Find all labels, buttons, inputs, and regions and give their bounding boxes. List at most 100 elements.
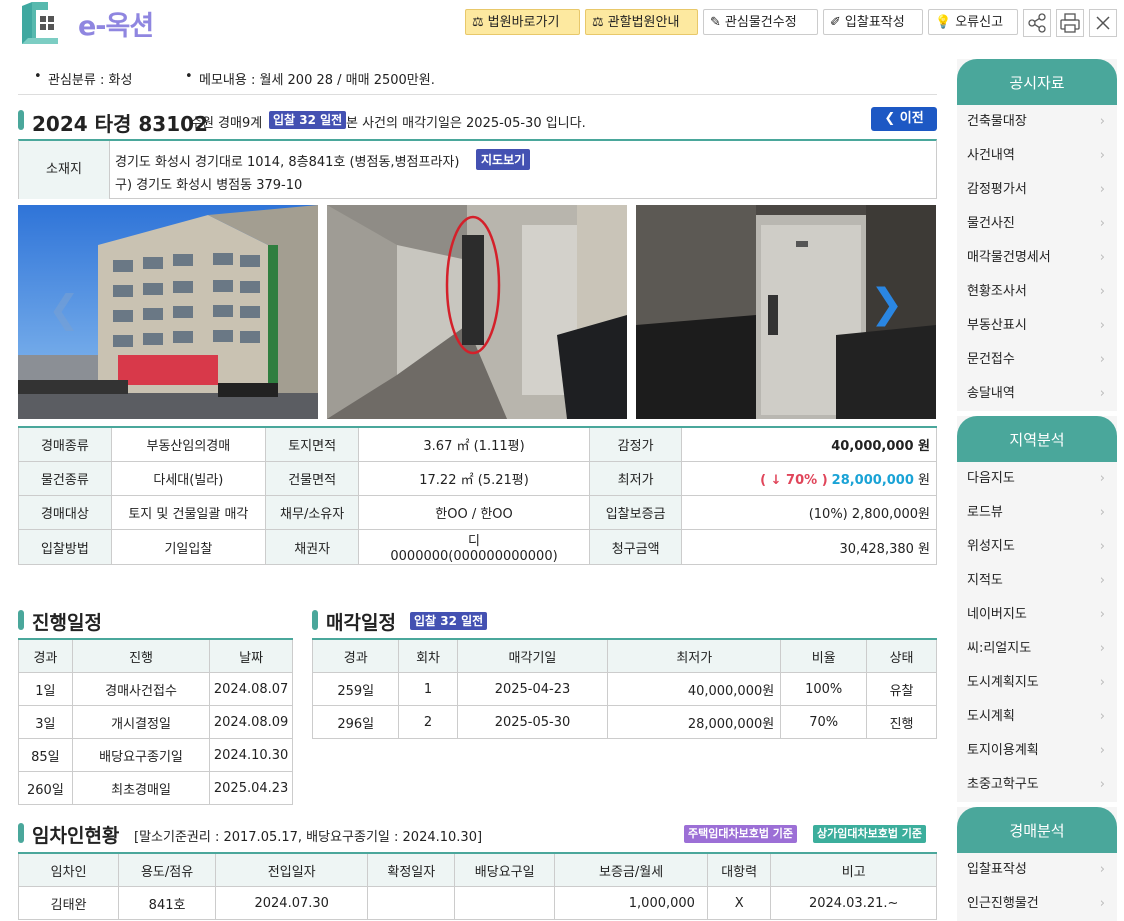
sidebar-item[interactable]: 토지이용계획 › — [957, 734, 1117, 768]
sidebar-section: 경매분석 입찰표작성 › 인근진행물건 › — [957, 807, 1117, 921]
sidebar-item[interactable]: 매각물건명세서 › — [957, 241, 1117, 275]
sidebar-item-label: 다음지도 — [967, 471, 1015, 486]
sale-cell: 28,000,000원 — [607, 705, 782, 739]
progress-table: 경과 진행 날짜 1일 경매사건접수 2024.08.07 3일 개시결정일 2024.08.0… — [18, 638, 293, 805]
bid-form-button[interactable]: ✐ 입찰표작성 — [823, 9, 923, 35]
info-value: 3.67 ㎡ (1.11평) — [358, 426, 590, 462]
chevron-right-icon: › — [1099, 148, 1105, 163]
prev-button[interactable]: ❮ 이전 — [871, 107, 937, 131]
section-bar — [312, 610, 318, 630]
info-header: 청구금액 — [588, 529, 683, 565]
table-row: 260일 최초경매일 2025.04.23 — [18, 771, 293, 805]
sale-days-badge: 입찰 32 일전 — [410, 612, 488, 630]
tenant-header-cell: 전입일자 — [214, 852, 369, 887]
share-button[interactable] — [1023, 9, 1051, 37]
chevron-right-icon: › — [1099, 709, 1105, 724]
info-row: 입찰방법 기일입찰 채권자 디 0000000(000000000000) 청구금액 30… — [18, 529, 937, 565]
sidebar-item[interactable]: 인근진행물건 › — [957, 887, 1117, 921]
sale-cell: 100% — [780, 672, 868, 706]
judge-icon: ⚖ — [472, 15, 484, 30]
info-value: (10%) 2,800,000원 — [681, 495, 937, 530]
progress-cell: 최초경매일 — [71, 771, 211, 805]
sidebar-item[interactable]: 문건접수 › — [957, 343, 1117, 377]
sidebar-item[interactable]: 씨:리얼지도 › — [957, 632, 1117, 666]
sidebar-item-label: 지적도 — [967, 573, 1003, 588]
sidebar-item[interactable]: 위성지도 › — [957, 530, 1117, 564]
sidebar-item[interactable]: 도시계획 › — [957, 700, 1117, 734]
info-header: 채무/소유자 — [264, 495, 360, 530]
chevron-right-icon: › — [1099, 573, 1105, 588]
location-box: 소재지 경기도 화성시 경기대로 1014, 8층841호 (병점동,병점프라자… — [18, 139, 937, 199]
edit-interest-button[interactable]: ✎ 관심물건수정 — [703, 9, 818, 35]
sale-header-cell: 상태 — [866, 638, 937, 673]
sidebar-item-label: 로드뷰 — [967, 505, 1003, 520]
info-table: 경매종류 부동산임의경매 토지면적 3.67 ㎡ (1.11평) 감정가 40,000,0… — [18, 426, 937, 565]
report-error-button[interactable]: 💡 오류신고 — [928, 9, 1018, 35]
close-button[interactable] — [1089, 9, 1117, 37]
sidebar-item-label: 도시계획지도 — [967, 675, 1039, 690]
chevron-right-icon: › — [1099, 505, 1105, 520]
sidebar-item[interactable]: 물건사진 › — [957, 207, 1117, 241]
progress-cell: 2024.08.09 — [209, 705, 293, 739]
progress-cell: 경매사건접수 — [71, 672, 211, 706]
chevron-right-icon: › — [1099, 539, 1105, 554]
site-logo[interactable]: e-옥션 — [18, 0, 168, 50]
sidebar-item[interactable]: 입찰표작성 › — [957, 853, 1117, 887]
progress-cell: 개시결정일 — [71, 705, 211, 739]
progress-cell: 260일 — [18, 771, 73, 805]
sidebar-item[interactable]: 초중고학구도 › — [957, 768, 1117, 802]
bullet: • — [34, 69, 42, 84]
info-value: 17.22 ㎡ (5.21평) — [358, 461, 590, 496]
commercial-law-tag[interactable]: 상가임대차보호법 기준 — [813, 825, 927, 843]
report-error-label: 오류신고 — [955, 15, 1004, 30]
progress-cell: 2025.04.23 — [209, 771, 293, 805]
progress-cell: 1일 — [18, 672, 73, 706]
chevron-left-icon[interactable]: ❮ — [48, 287, 80, 331]
sidebar-item[interactable]: 로드뷰 › — [957, 496, 1117, 530]
tenant-header-cell: 배당요구일 — [454, 852, 556, 887]
property-photo-2[interactable] — [327, 205, 627, 419]
progress-cell: 85일 — [18, 738, 73, 772]
sale-cell: 2025-05-30 — [456, 705, 609, 739]
sale-cell: 2 — [398, 705, 458, 739]
court-guide-button[interactable]: ⚖ 관할법원안내 — [585, 9, 698, 35]
interest-category: 관심분류 : 화성 — [48, 73, 133, 88]
chevron-right-icon[interactable]: ❯ — [870, 281, 904, 327]
sidebar-item-label: 입찰표작성 — [967, 862, 1027, 877]
table-row: 259일 1 2025-04-23 40,000,000원 100% 유찰 — [311, 672, 937, 706]
sidebar-item[interactable]: 네이버지도 › — [957, 598, 1117, 632]
sidebar-item[interactable]: 다음지도 › — [957, 462, 1117, 496]
sale-header-cell: 매각기일 — [456, 638, 609, 673]
info-header: 경매종류 — [18, 426, 112, 462]
sidebar-item[interactable]: 사건내역 › — [957, 139, 1117, 173]
info-header: 최저가 — [588, 461, 683, 496]
close-icon — [1096, 16, 1110, 30]
sidebar-item-label: 건축물대장 — [967, 114, 1027, 129]
sidebar-item-label: 현황조사서 — [967, 284, 1027, 299]
sidebar-item[interactable]: 송달내역 › — [957, 377, 1117, 411]
tenant-cell: 841호 — [118, 886, 216, 920]
property-photo-3[interactable]: ❯ — [636, 205, 936, 419]
court-name: 수원 경매9계 — [190, 116, 263, 131]
court-link-button[interactable]: ⚖ 법원바로가기 — [465, 9, 580, 35]
print-button[interactable] — [1056, 9, 1084, 37]
table-row: 296일 2 2025-05-30 28,000,000원 70% 진행 — [311, 705, 937, 739]
min-price-cell: ( ↓ 70% ) 28,000,000 원 — [681, 461, 937, 496]
sale-cell: 진행 — [866, 705, 937, 739]
sidebar-item[interactable]: 감정평가서 › — [957, 173, 1117, 207]
map-button[interactable]: 지도보기 — [476, 149, 531, 170]
sidebar-item[interactable]: 지적도 › — [957, 564, 1117, 598]
property-photo-1[interactable]: ❮ — [18, 205, 318, 419]
sidebar-item[interactable]: 현황조사서 › — [957, 275, 1117, 309]
sidebar-item[interactable]: 도시계획지도 › — [957, 666, 1117, 700]
sidebar-section-title: 지역분석 — [957, 416, 1117, 462]
chevron-right-icon: › — [1099, 386, 1105, 401]
sidebar-item[interactable]: 부동산표시 › — [957, 309, 1117, 343]
housing-law-tag[interactable]: 주택임대차보호법 기준 — [684, 825, 798, 843]
progress-cell: 3일 — [18, 705, 73, 739]
chevron-left-icon: ❮ — [884, 111, 896, 126]
edit-icon: ✎ — [710, 15, 721, 30]
tenant-cell: 1,000,000 — [554, 886, 708, 920]
sidebar-item[interactable]: 건축물대장 › — [957, 105, 1117, 139]
sidebar-item-label: 감정평가서 — [967, 182, 1027, 197]
